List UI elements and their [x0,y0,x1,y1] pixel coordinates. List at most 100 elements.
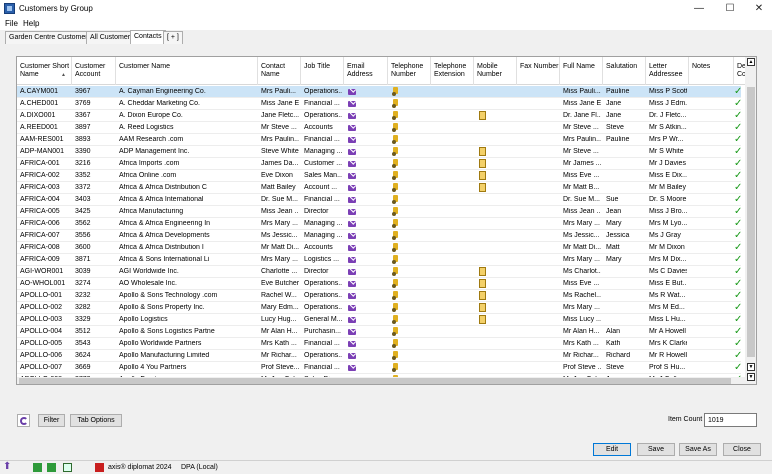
mobile-icon[interactable] [479,291,486,300]
telephone-icon[interactable] [392,339,400,348]
email-icon[interactable] [348,341,356,347]
email-icon[interactable] [348,305,356,311]
email-icon[interactable] [348,149,356,155]
table-row[interactable]: A.REED001 3897 A. Reed Logistics Mr Steve .… [17,122,742,134]
mobile-icon[interactable] [479,315,486,324]
table-row[interactable]: AFRICA-004 3403 Africa & Africa Internatio… [17,194,742,206]
column-header[interactable]: Customer Name [116,57,258,85]
table-row[interactable]: AFRICA-007 3556 Africa & Africa Developmen… [17,230,742,242]
email-icon[interactable] [348,329,356,335]
table-row[interactable]: APOLLO-004 3512 Apollo & Sons Logistics Pa… [17,326,742,338]
mobile-icon[interactable] [479,267,486,276]
horizontal-scrollbar[interactable] [17,377,745,384]
column-header[interactable]: Telephone Extension [431,57,474,85]
column-header[interactable]: Customer Short Name [17,57,72,85]
column-header[interactable]: Contact Name [258,57,301,85]
telephone-icon[interactable] [392,279,400,288]
telephone-icon[interactable] [392,99,400,108]
telephone-icon[interactable] [392,243,400,252]
checklist-icon[interactable] [63,463,72,472]
close-button[interactable]: Close [723,443,761,456]
telephone-icon[interactable] [392,183,400,192]
telephone-icon[interactable] [392,303,400,312]
telephone-icon[interactable] [392,219,400,228]
email-icon[interactable] [348,101,356,107]
sync-icon[interactable] [33,463,42,472]
column-header[interactable]: Notes [689,57,734,85]
email-icon[interactable] [348,113,356,119]
table-row[interactable]: AFRICA-006 3562 Africa & Africa Engineerin… [17,218,742,230]
up-arrow-icon[interactable]: ⬆ [3,461,12,472]
telephone-icon[interactable] [392,123,400,132]
menu-help[interactable]: Help [23,19,39,28]
email-icon[interactable] [348,257,356,263]
table-row[interactable]: AFRICA-005 3425 Africa Manufacturing Miss J… [17,206,742,218]
table-row[interactable]: APOLLO-005 3543 Apollo Worldwide Partners M… [17,338,742,350]
table-row[interactable]: AAM-RES001 3893 AAM Research .com Mrs Pauli… [17,134,742,146]
telephone-icon[interactable] [392,87,400,96]
column-header[interactable]: Fax Number [517,57,560,85]
mobile-icon[interactable] [479,171,486,180]
vertical-scroll-thumb[interactable] [747,87,755,357]
mobile-icon[interactable] [479,303,486,312]
refresh-data-icon[interactable] [47,463,56,472]
telephone-icon[interactable] [392,351,400,360]
vertical-scrollbar[interactable]: ▲ ▼ ▼ [745,57,756,384]
table-row[interactable]: APOLLO-002 3282 Apollo & Sons Property Inc… [17,302,742,314]
horizontal-scroll-thumb[interactable] [19,378,731,384]
tab-contacts[interactable]: Contacts [130,30,166,44]
column-header[interactable]: Customer Account [72,57,116,85]
column-header[interactable]: Telephone Number [388,57,431,85]
email-icon[interactable] [348,197,356,203]
email-icon[interactable] [348,89,356,95]
email-icon[interactable] [348,245,356,251]
telephone-icon[interactable] [392,291,400,300]
save-button[interactable]: Save [637,443,675,456]
mobile-icon[interactable] [479,183,486,192]
tab-options-button[interactable]: Tab Options [70,414,122,427]
telephone-icon[interactable] [392,255,400,264]
email-icon[interactable] [348,125,356,131]
table-row[interactable]: AFRICA-003 3372 Africa & Africa Distributi… [17,182,742,194]
column-header[interactable]: Job Title [301,57,344,85]
mobile-icon[interactable] [479,111,486,120]
table-row[interactable]: APOLLO-001 3232 Apollo & Sons Technology .… [17,290,742,302]
save-as-button[interactable]: Save As [679,443,717,456]
email-icon[interactable] [348,209,356,215]
filter-button[interactable]: Filter [38,414,65,427]
edit-button[interactable]: Edit [593,443,631,456]
telephone-icon[interactable] [392,111,400,120]
table-row[interactable]: ADP-MAN001 3390 ADP Management Inc. Steve W… [17,146,742,158]
column-header[interactable]: Full Name [560,57,603,85]
email-icon[interactable] [348,221,356,227]
email-icon[interactable] [348,185,356,191]
table-row[interactable]: APOLLO-003 3329 Apollo Logistics Lucy Hug..… [17,314,742,326]
telephone-icon[interactable] [392,315,400,324]
table-row[interactable]: A.CHED001 3769 A. Cheddar Marketing Co. Mis… [17,98,742,110]
table-row[interactable]: AFRICA-001 3216 Africa Imports .com James D… [17,158,742,170]
table-row[interactable]: A.CAYM001 3967 A. Cayman Engineering Co. Mr… [17,86,742,98]
telephone-icon[interactable] [392,159,400,168]
column-header[interactable]: Mobile Number [474,57,517,85]
table-row[interactable]: AO-WHOL001 3274 AO Wholesale Inc. Eve Butch… [17,278,742,290]
telephone-icon[interactable] [392,327,400,336]
table-row[interactable]: A.DIXO001 3367 A. Dixon Europe Co. Jane Fle… [17,110,742,122]
column-header[interactable]: Salutation [603,57,646,85]
email-icon[interactable] [348,353,356,359]
table-row[interactable]: AFRICA-002 3352 Africa Online .com Eve Dixo… [17,170,742,182]
telephone-icon[interactable] [392,147,400,156]
mobile-icon[interactable] [479,279,486,288]
table-row[interactable]: AGI-WOR001 3039 AGI Worldwide Inc. Charlott… [17,266,742,278]
telephone-icon[interactable] [392,171,400,180]
scroll-down-icon[interactable]: ▼ [747,363,755,371]
telephone-icon[interactable] [392,363,400,372]
tab-add[interactable]: [ + ] [163,31,183,44]
telephone-icon[interactable] [392,195,400,204]
email-icon[interactable] [348,269,356,275]
email-icon[interactable] [348,281,356,287]
mobile-icon[interactable] [479,147,486,156]
telephone-icon[interactable] [392,267,400,276]
email-icon[interactable] [348,317,356,323]
telephone-icon[interactable] [392,135,400,144]
menu-file[interactable]: File [5,19,18,28]
